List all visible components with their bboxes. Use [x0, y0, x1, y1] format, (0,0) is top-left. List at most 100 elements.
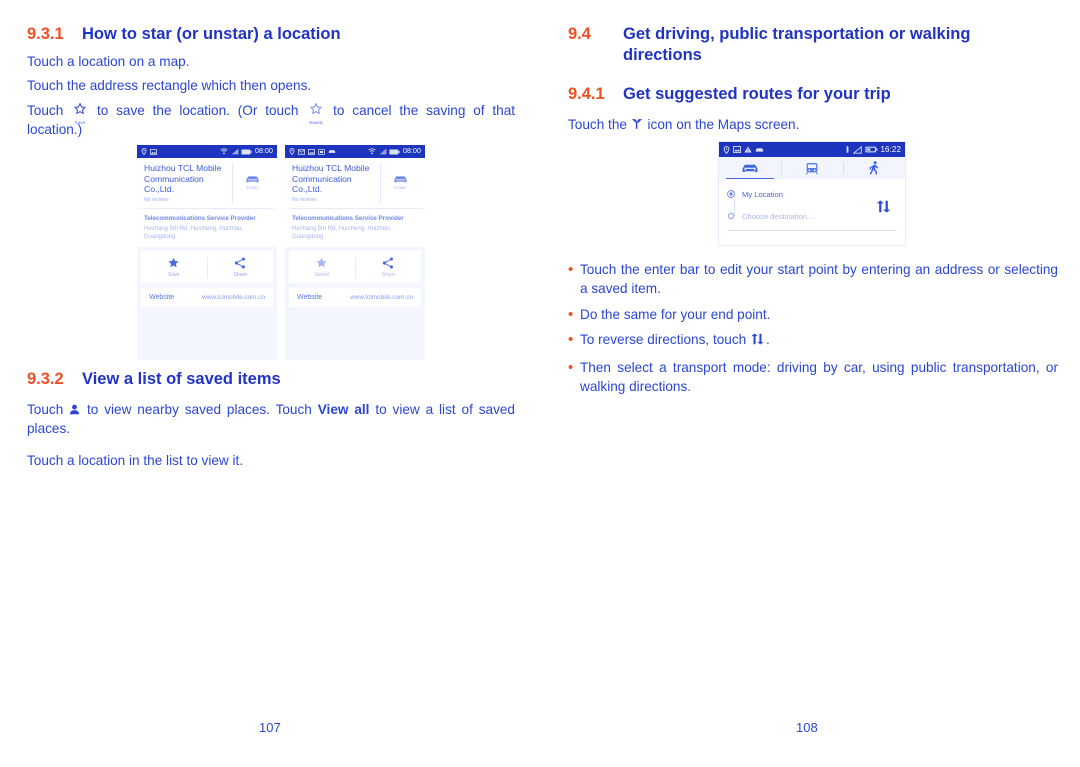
action-row: Save Share [141, 251, 274, 284]
view-saved-prefix: Touch [27, 402, 64, 417]
section-title: Get driving, public transportation or wa… [623, 25, 971, 64]
heading-9-4-1: 9.4.1 Get suggested routes for your trip [568, 84, 1058, 105]
heading-9-3-1: 9.3.1 How to star (or unstar) a location [27, 24, 527, 45]
share-icon [235, 257, 246, 269]
website-label: Website [297, 294, 323, 302]
battery-icon [389, 149, 401, 154]
star-icon [168, 258, 179, 268]
car-icon [742, 164, 758, 172]
paragraph-touch-address: Touch the address rectangle which then o… [27, 78, 312, 93]
warning-icon [744, 146, 752, 153]
status-bar-left-icons [723, 145, 764, 154]
usb-icon [846, 145, 849, 153]
website-url: www.tclmobile.com.cn [350, 294, 413, 302]
star-instruction-prefix: Touch [27, 103, 64, 118]
bullet-text: To reverse directions, touch . [580, 331, 1058, 350]
battery-icon [865, 146, 878, 153]
section-title: Get suggested routes for your trip [623, 85, 891, 103]
view-saved-middle: to view nearby saved places. Touch [87, 402, 312, 417]
page-number-right: 108 [796, 720, 818, 735]
end-point-placeholder: Choose destination... [742, 211, 814, 221]
directions-suffix: icon on the Maps screen. [647, 117, 800, 132]
car-icon [755, 147, 764, 152]
bullet-text: Do the same for your end point. [580, 307, 771, 322]
directions-prefix: Touch the [568, 117, 627, 132]
walking-icon [869, 161, 878, 175]
paragraph-touch-list-location: Touch a location in the list to view it. [27, 453, 244, 468]
person-icon [69, 404, 81, 415]
share-action-label: Share [233, 272, 247, 279]
bullet-text: Touch the enter bar to edit your start p… [580, 262, 1058, 296]
status-bar-right-icons: 08:00 [368, 148, 421, 155]
location-icon [289, 148, 295, 155]
star-saved-icon: Saved [306, 103, 325, 125]
swap-endpoints-button[interactable] [876, 200, 891, 218]
screenshot-place-card-saved: 08:00 Huizhou TCL Mobile Communication C… [285, 145, 425, 360]
section-number: 9.4 [568, 25, 591, 43]
manual-page-spread: 9.3.1 How to star (or unstar) a location… [0, 0, 1080, 767]
picture-icon [733, 146, 741, 153]
wifi-icon [220, 148, 229, 155]
tab-walking[interactable] [843, 157, 905, 179]
sim-icon [318, 148, 325, 155]
tab-transit[interactable] [781, 157, 843, 179]
drive-time-button[interactable]: 4 min [232, 163, 271, 203]
place-header: Huizhou TCL Mobile Communication Co.,Ltd… [285, 158, 425, 208]
place-category-card[interactable]: Telecommunications Service Provider Hech… [285, 208, 425, 248]
current-location-dot-icon [727, 190, 735, 198]
divider [727, 230, 897, 231]
drive-time: 4 min [246, 185, 258, 191]
location-icon [723, 145, 730, 154]
end-point-row[interactable]: Choose destination... [727, 209, 897, 223]
route-connector [733, 200, 735, 216]
status-bar-time: 16:22 [880, 145, 901, 154]
place-reviews: No reviews [144, 196, 169, 203]
place-category-card[interactable]: Telecommunications Service Provider Hech… [137, 208, 277, 248]
star-save-icon-caption: Save [74, 120, 86, 125]
swap-arrows-icon [876, 200, 891, 213]
website-url: www.tclmobile.com.cn [202, 294, 265, 302]
list-item: • Do the same for your end point. [568, 306, 1058, 325]
status-bar-left-icons [141, 148, 157, 155]
status-bar: 08:00 [137, 145, 277, 158]
status-bar-time: 08:00 [402, 148, 421, 155]
action-row: Saved Share [289, 251, 422, 284]
website-row[interactable]: Website www.tclmobile.com.cn [289, 288, 421, 308]
drive-time-button[interactable]: 4 min [380, 163, 419, 203]
section-number: 9.3.1 [27, 25, 64, 43]
place-category: Telecommunications Service Provider [144, 214, 256, 222]
paragraph-touch-directions-icon: Touch the icon on the Maps screen. [568, 116, 1058, 135]
website-row[interactable]: Website www.tclmobile.com.cn [141, 288, 273, 308]
save-action-button[interactable]: Save [141, 257, 207, 278]
location-icon [141, 148, 147, 155]
saved-action-button[interactable]: Saved [289, 257, 355, 278]
list-item: • Then select a transport mode: driving … [568, 359, 1058, 396]
picture-icon [150, 148, 157, 155]
heading-9-4: 9.4 Get driving, public transportation o… [568, 24, 1058, 66]
transit-icon [805, 162, 819, 175]
directions-icon [631, 118, 644, 130]
save-action-label: Save [168, 272, 180, 279]
heading-9-3-2: 9.3.2 View a list of saved items [27, 369, 527, 390]
place-reviews: No reviews [292, 196, 317, 203]
place-header: Huizhou TCL Mobile Communication Co.,Ltd… [137, 158, 277, 208]
view-all-link[interactable]: View all [318, 402, 370, 417]
place-address: Hechang 5th Rd, Huicheng, Huizhou, Guang… [144, 225, 244, 240]
share-action-button[interactable]: Share [354, 257, 422, 279]
drive-time: 4 min [394, 185, 406, 191]
section-title: View a list of saved items [82, 370, 281, 388]
star-save-icon: Save [71, 103, 89, 125]
signal-icon [231, 148, 239, 155]
battery-icon [241, 149, 253, 154]
silent-icon [853, 145, 863, 154]
share-action-button[interactable]: Share [206, 257, 274, 279]
transport-mode-tabs [719, 157, 905, 179]
start-point-row[interactable]: My Location [727, 187, 897, 201]
tab-driving[interactable] [719, 157, 781, 179]
section-number: 9.3.2 [27, 370, 64, 388]
start-point-value: My Location [742, 189, 783, 199]
swap-arrows-icon [750, 332, 766, 345]
list-item: • To reverse directions, touch . [568, 331, 1058, 350]
star-icon [316, 258, 327, 268]
website-label: Website [149, 294, 175, 302]
